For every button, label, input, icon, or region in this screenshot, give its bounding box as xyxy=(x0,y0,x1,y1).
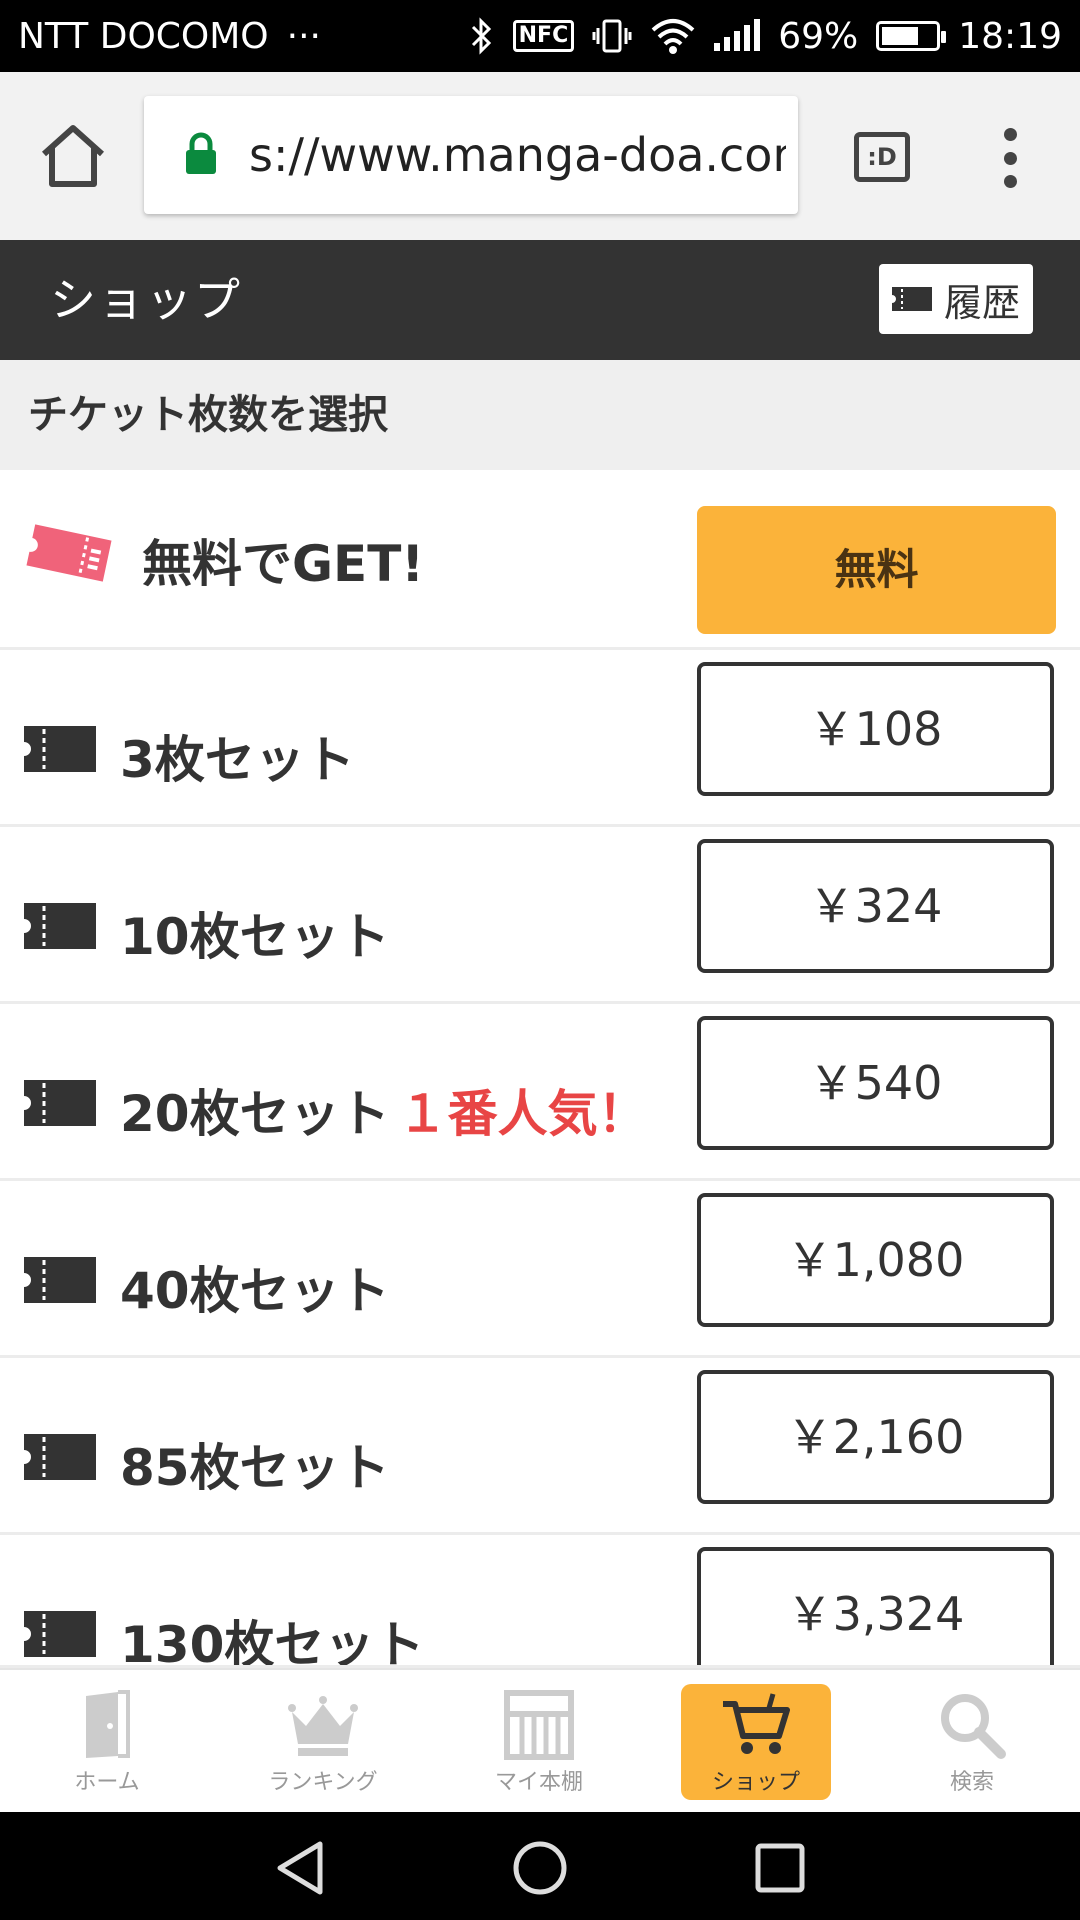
history-button[interactable]: 履歴 xyxy=(879,264,1033,334)
door-icon xyxy=(86,1690,130,1758)
nav-search-label: 検索 xyxy=(949,1770,994,1795)
ticket-set-label: 10枚セット xyxy=(120,897,390,969)
nav-ranking[interactable]: ランキング xyxy=(248,1684,398,1800)
url-text: s://www.manga-doa.com xyxy=(249,128,786,182)
ticket-set-name: 10枚セット xyxy=(120,908,390,966)
ticket-set-name: 85枚セット xyxy=(120,1439,390,1497)
search-icon xyxy=(941,1694,1006,1759)
ticket-set-name: 130枚セット xyxy=(120,1616,425,1668)
ticket-icon xyxy=(24,726,96,772)
address-bar[interactable]: s://www.manga-doa.com xyxy=(144,96,798,214)
vibrate-icon xyxy=(592,19,632,53)
nav-search[interactable]: 検索 xyxy=(897,1684,1047,1800)
home-icon[interactable] xyxy=(38,124,108,188)
ticket-set-row: 3枚セット ￥108 xyxy=(0,650,1080,827)
nav-bookshelf[interactable]: マイ本棚 xyxy=(464,1684,614,1800)
ticket-icon xyxy=(24,1434,96,1480)
ticket-set-name: 20枚セット xyxy=(120,1085,390,1143)
ticket-set-label: 130枚セット xyxy=(120,1605,425,1668)
tab-switcher-button[interactable]: :D xyxy=(854,132,910,182)
nfc-icon: NFC xyxy=(512,20,575,52)
ticket-set-name: 40枚セット xyxy=(120,1262,390,1320)
battery-icon xyxy=(876,21,947,51)
bookshelf-icon xyxy=(504,1690,574,1760)
ticket-set-label: 20枚セット １番人気！ xyxy=(120,1074,648,1146)
ticket-icon xyxy=(24,1611,96,1657)
ticket-set-row: 20枚セット １番人気！ ￥540 xyxy=(0,1004,1080,1181)
nav-shop-label: ショップ xyxy=(711,1770,800,1795)
back-icon[interactable] xyxy=(272,1840,332,1896)
crown-icon xyxy=(288,1696,358,1756)
free-offer-label: 無料でGET! xyxy=(142,535,425,593)
signal-icon xyxy=(714,19,761,51)
home-circle-icon[interactable] xyxy=(510,1840,570,1896)
nav-bookshelf-label: マイ本棚 xyxy=(494,1770,583,1795)
ticket-icon xyxy=(24,1257,96,1303)
ticket-set-row: 40枚セット ￥1,080 xyxy=(0,1181,1080,1358)
ticket-set-row: 130枚セット ￥3,324 xyxy=(0,1535,1080,1668)
carrier-name: NTT DOCOMO xyxy=(18,15,269,57)
nav-shop[interactable]: ショップ xyxy=(681,1684,831,1800)
free-button[interactable]: 無料 xyxy=(697,506,1056,634)
nav-ranking-label: ランキング xyxy=(268,1770,378,1795)
buy-price-button[interactable]: ￥108 xyxy=(697,662,1054,796)
section-header: チケット枚数を選択 xyxy=(0,360,1080,470)
lock-icon xyxy=(186,132,216,174)
bluetooth-icon xyxy=(471,17,491,55)
ticket-set-name: 3枚セット xyxy=(120,731,355,789)
wifi-icon xyxy=(651,19,695,54)
buy-price-button[interactable]: ￥324 xyxy=(697,839,1054,973)
nav-home[interactable]: ホーム xyxy=(32,1684,182,1800)
status-bar: NTT DOCOMO ··· NFC 69% 18:19 xyxy=(0,0,1080,72)
ticket-icon xyxy=(24,1080,96,1126)
ticket-set-row: 85枚セット ￥2,160 xyxy=(0,1358,1080,1535)
history-label: 履歴 xyxy=(943,280,1020,325)
buy-price-button[interactable]: ￥3,324 xyxy=(697,1547,1054,1665)
ticket-set-label: 40枚セット xyxy=(120,1251,390,1323)
buy-price-button[interactable]: ￥2,160 xyxy=(697,1370,1054,1504)
free-offer-row: 無料でGET! 無料 xyxy=(0,470,1080,650)
overflow-menu-icon[interactable] xyxy=(998,128,1022,188)
battery-percent: 69% xyxy=(778,15,859,57)
more-notifications-icon: ··· xyxy=(286,15,321,57)
recent-apps-icon[interactable] xyxy=(750,1840,810,1896)
browser-toolbar: s://www.manga-doa.com :D xyxy=(0,72,1080,240)
nav-home-label: ホーム xyxy=(74,1770,140,1795)
ticket-set-label: 3枚セット xyxy=(120,720,355,792)
ticket-set-row: 10枚セット ￥324 xyxy=(0,827,1080,1004)
buy-price-button[interactable]: ￥540 xyxy=(697,1016,1054,1150)
page-title: ショップ xyxy=(50,273,242,327)
section-title: チケット枚数を選択 xyxy=(28,392,388,438)
ticket-set-label: 85枚セット xyxy=(120,1428,390,1500)
ticket-icon xyxy=(24,903,96,949)
popular-badge: １番人気！ xyxy=(397,1085,648,1143)
ticket-icon xyxy=(891,287,932,311)
clock: 18:19 xyxy=(958,15,1062,57)
buy-price-button[interactable]: ￥1,080 xyxy=(697,1193,1054,1327)
shop-header: ショップ 履歴 xyxy=(0,240,1080,360)
system-navigation-bar xyxy=(0,1812,1080,1920)
bottom-navigation: ホーム ランキング マイ本棚 ショップ 検索 xyxy=(0,1668,1080,1812)
free-ticket-icon xyxy=(26,524,112,582)
cart-icon xyxy=(723,1693,790,1754)
